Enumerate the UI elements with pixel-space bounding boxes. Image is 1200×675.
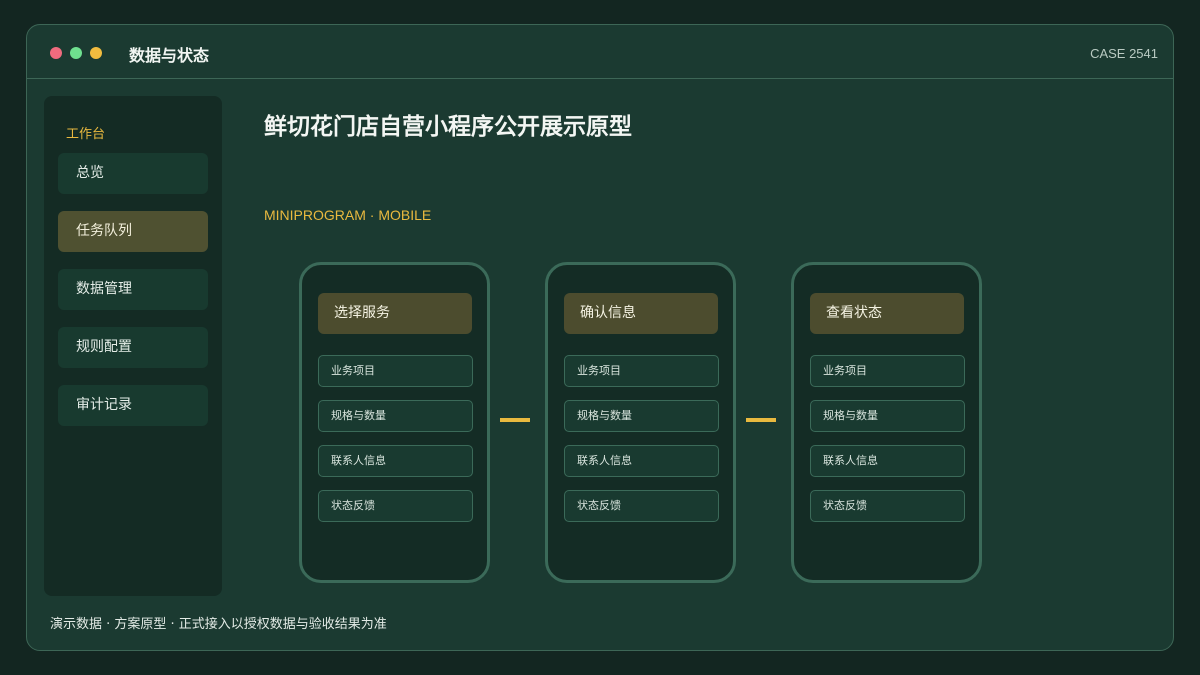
footer-note: 演示数据 · 方案原型 · 正式接入以授权数据与验收结果为准 <box>50 617 387 632</box>
phone-row[interactable]: 状态反馈 <box>564 490 719 522</box>
phone-row[interactable]: 业务项目 <box>564 355 719 387</box>
page-title: 鲜切花门店自营小程序公开展示原型 <box>264 114 632 140</box>
sidebar-item-overview[interactable]: 总览 <box>58 153 208 194</box>
phone-row[interactable]: 联系人信息 <box>564 445 719 477</box>
flow-connector <box>746 418 776 422</box>
sidebar: 工作台 总览 任务队列 数据管理 规则配置 审计记录 <box>44 96 222 596</box>
phone-header[interactable]: 查看状态 <box>810 293 964 334</box>
phone-mockup-select-service: 选择服务 业务项目 规格与数量 联系人信息 状态反馈 <box>299 262 490 583</box>
phone-header[interactable]: 选择服务 <box>318 293 472 334</box>
sidebar-item-task-queue[interactable]: 任务队列 <box>58 211 208 252</box>
phone-row[interactable]: 联系人信息 <box>318 445 473 477</box>
window-title: 数据与状态 <box>129 46 210 65</box>
close-dot-icon[interactable] <box>50 47 62 59</box>
sidebar-heading: 工作台 <box>66 127 106 142</box>
title-bar: 数据与状态 CASE 2541 <box>27 25 1173 79</box>
phone-mockup-confirm-info: 确认信息 业务项目 规格与数量 联系人信息 状态反馈 <box>545 262 736 583</box>
sidebar-item-data-management[interactable]: 数据管理 <box>58 269 208 310</box>
flow-connector <box>500 418 530 422</box>
sidebar-item-rule-config[interactable]: 规则配置 <box>58 327 208 368</box>
phone-row[interactable]: 状态反馈 <box>318 490 473 522</box>
phone-header[interactable]: 确认信息 <box>564 293 718 334</box>
phone-mockup-view-status: 查看状态 业务项目 规格与数量 联系人信息 状态反馈 <box>791 262 982 583</box>
sidebar-item-audit-log[interactable]: 审计记录 <box>58 385 208 426</box>
phone-row[interactable]: 联系人信息 <box>810 445 965 477</box>
phone-row[interactable]: 规格与数量 <box>810 400 965 432</box>
case-id-label: CASE 2541 <box>1090 46 1158 61</box>
phone-row[interactable]: 规格与数量 <box>318 400 473 432</box>
maximize-dot-icon[interactable] <box>70 47 82 59</box>
phone-row[interactable]: 规格与数量 <box>564 400 719 432</box>
app-window: 数据与状态 CASE 2541 工作台 总览 任务队列 数据管理 规则配置 审计… <box>26 24 1174 651</box>
phone-row[interactable]: 业务项目 <box>810 355 965 387</box>
phone-row[interactable]: 状态反馈 <box>810 490 965 522</box>
phone-row[interactable]: 业务项目 <box>318 355 473 387</box>
page-subtitle: MINIPROGRAM · MOBILE <box>264 207 432 223</box>
minimize-dot-icon[interactable] <box>90 47 102 59</box>
